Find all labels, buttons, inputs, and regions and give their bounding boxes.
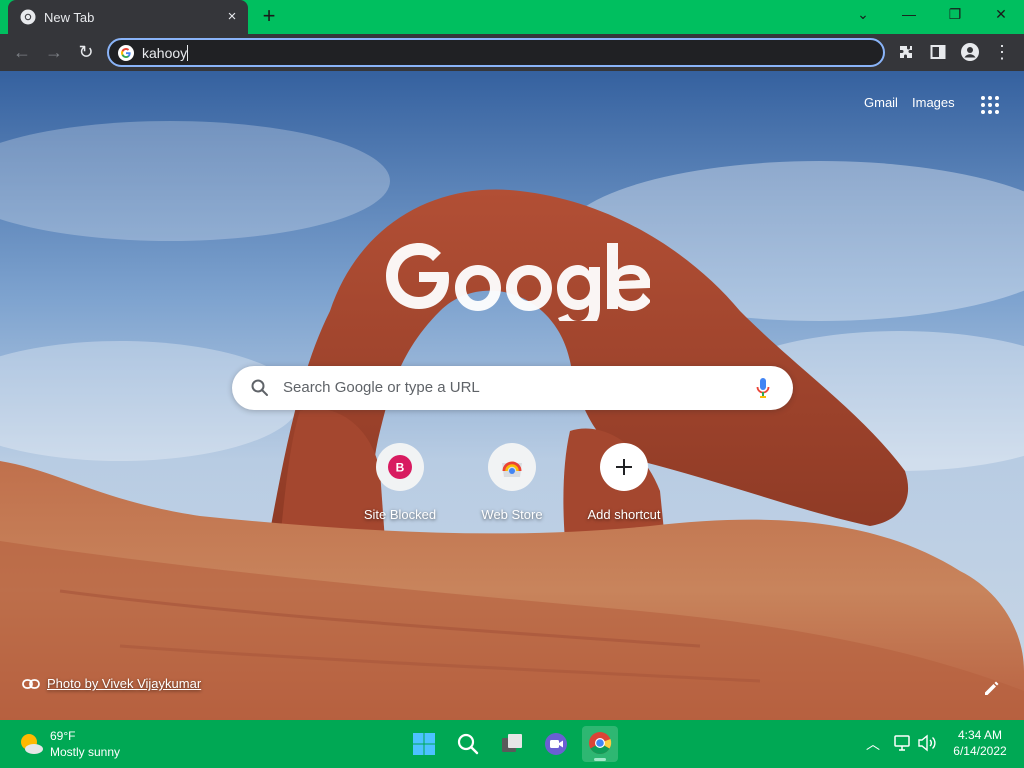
search-placeholder: Search Google or type a URL [283, 379, 480, 396]
taskbar: 69°F Mostly sunny ︿ 4:34 AM 6/14/2022 [0, 720, 1024, 768]
pencil-icon[interactable] [982, 679, 1000, 697]
task-view-button[interactable] [494, 726, 530, 762]
tab-search-button[interactable]: ⌄ [840, 0, 886, 30]
active-indicator [594, 758, 606, 761]
new-tab-button[interactable]: + [257, 5, 281, 29]
search-icon [251, 379, 268, 396]
forward-button[interactable]: → [40, 38, 68, 66]
profile-button[interactable] [956, 38, 984, 66]
apps-grid-icon[interactable] [980, 95, 1000, 115]
avatar-icon [961, 43, 979, 61]
puzzle-icon [900, 46, 912, 58]
plus-icon [616, 459, 632, 475]
shortcut-label: Add shortcut [587, 507, 661, 522]
shortcut-tile [600, 443, 648, 491]
tab-close-button[interactable]: × [222, 7, 242, 27]
browser-toolbar: ← → ↻ kahooy ⋮ [0, 34, 1024, 71]
tab-strip: New Tab × + ⌄ — ❐ ✕ [0, 0, 1024, 34]
shortcut-site-blocked[interactable]: B Site Blocked [352, 443, 448, 533]
photo-credit-text: Photo by Vivek Vijaykumar [47, 676, 202, 691]
task-view-icon [502, 734, 522, 752]
kebab-menu-icon: ⋮ [993, 42, 1011, 62]
chrome-icon [20, 9, 36, 25]
side-panel-icon [930, 45, 946, 59]
clock-time: 4:34 AM [957, 728, 1003, 742]
extensions-button[interactable] [892, 38, 920, 66]
google-g-icon [118, 45, 134, 61]
sun-icon [21, 734, 43, 754]
address-bar[interactable]: kahooy [107, 38, 885, 67]
reload-button[interactable]: ↻ [72, 38, 100, 66]
svg-text:B: B [396, 461, 405, 475]
restore-icon: ❐ [948, 6, 962, 22]
text-caret [187, 45, 189, 61]
start-button[interactable] [406, 726, 442, 762]
shortcut-label: Web Store [481, 507, 543, 522]
minimize-button[interactable]: — [886, 0, 932, 30]
shortcut-label: Site Blocked [363, 507, 437, 522]
volume-icon[interactable] [917, 734, 937, 752]
minimize-icon: — [902, 6, 916, 22]
weather-condition: Mostly sunny [50, 745, 121, 759]
side-panel-button[interactable] [924, 38, 952, 66]
clock-date: 6/14/2022 [953, 744, 1007, 758]
back-button[interactable]: ← [8, 38, 36, 66]
web-store-icon [502, 461, 522, 477]
google-logo [386, 243, 650, 321]
taskbar-search-button[interactable] [450, 726, 486, 762]
chevron-down-icon: ⌄ [857, 6, 869, 22]
chat-button[interactable] [538, 726, 574, 762]
chrome-taskbar-button[interactable] [582, 726, 618, 762]
tab-new-tab[interactable]: New Tab × [8, 0, 248, 34]
search-icon [457, 733, 479, 755]
tab-title: New Tab [44, 10, 95, 25]
search-box[interactable]: Search Google or type a URL [232, 366, 793, 410]
restore-button[interactable]: ❐ [932, 0, 978, 30]
close-window-button[interactable]: ✕ [978, 0, 1024, 30]
new-tab-page: Gmail Images Search Google or type a URL… [0, 71, 1024, 720]
close-icon: ✕ [995, 6, 1007, 22]
show-hidden-icons-button[interactable]: ︿ [866, 734, 880, 754]
gmail-link[interactable]: Gmail [864, 95, 898, 110]
menu-button[interactable]: ⋮ [988, 38, 1016, 66]
clock[interactable]: 4:34 AM 6/14/2022 [940, 727, 1020, 759]
add-shortcut-button[interactable]: Add shortcut [576, 443, 672, 533]
images-link[interactable]: Images [912, 95, 955, 110]
weather-temperature: 69°F [50, 729, 76, 743]
photo-credit[interactable]: Photo by Vivek Vijaykumar [22, 676, 201, 691]
start-icon [413, 733, 435, 755]
letter-b-icon: B [388, 455, 412, 479]
chat-icon [545, 733, 567, 755]
shortcut-tile: B [376, 443, 424, 491]
shortcut-tile [488, 443, 536, 491]
chrome-icon [589, 732, 612, 754]
microphone-icon[interactable] [755, 377, 771, 399]
network-icon[interactable] [893, 734, 911, 752]
link-icon [22, 679, 40, 689]
shortcut-web-store[interactable]: Web Store [464, 443, 560, 533]
address-text: kahooy [142, 45, 189, 61]
